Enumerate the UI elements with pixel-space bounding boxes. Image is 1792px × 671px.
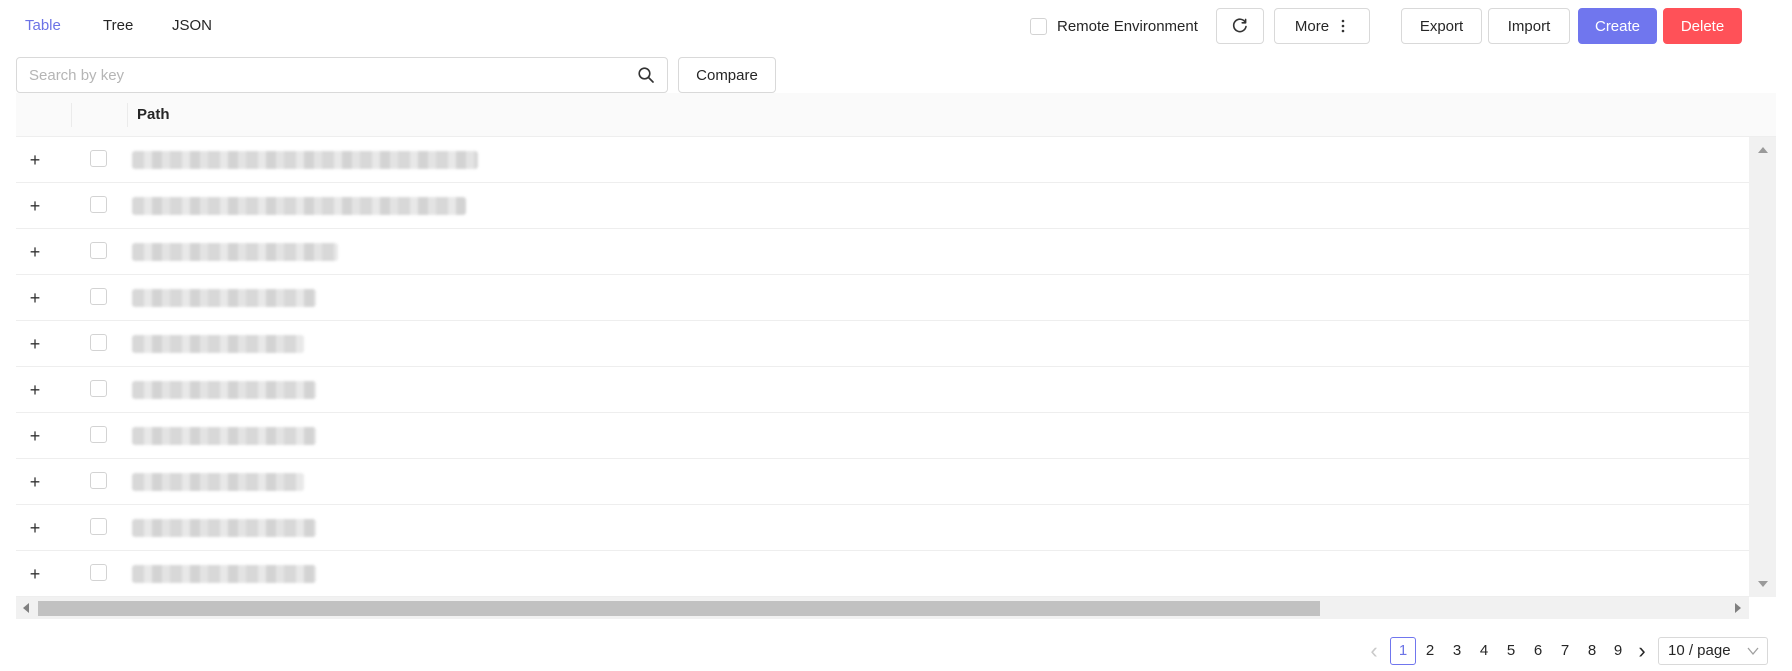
app-page: Table Tree JSON Remote Environment More … [0, 0, 1792, 671]
horizontal-scrollbar[interactable] [16, 597, 1749, 619]
table-row: + [16, 367, 1749, 413]
refresh-icon [1232, 18, 1247, 33]
column-header-path[interactable]: Path [137, 93, 170, 137]
next-page-button[interactable]: › [1632, 637, 1652, 665]
row-checkbox[interactable] [90, 196, 107, 213]
row-checkbox[interactable] [90, 150, 107, 167]
search-input[interactable] [17, 58, 617, 92]
table-body: + + + + + + + + + + [16, 137, 1749, 597]
prev-page-button[interactable]: ‹ [1364, 637, 1384, 665]
row-checkbox[interactable] [90, 242, 107, 259]
table-row: + [16, 413, 1749, 459]
redacted-path [132, 473, 304, 491]
expand-row-icon[interactable]: + [27, 197, 43, 215]
redacted-path [132, 151, 478, 169]
table-row: + [16, 137, 1749, 183]
delete-button[interactable]: Delete [1663, 8, 1742, 44]
page-3[interactable]: 3 [1445, 637, 1469, 665]
expand-row-icon[interactable]: + [27, 519, 43, 537]
remote-environment-checkbox[interactable] [1030, 17, 1047, 35]
tab-table[interactable]: Table [25, 14, 61, 38]
compare-button[interactable]: Compare [678, 57, 776, 93]
search-box [16, 57, 668, 93]
expand-row-icon[interactable]: + [27, 151, 43, 169]
column-separator [71, 103, 72, 127]
row-checkbox[interactable] [90, 288, 107, 305]
redacted-path [132, 289, 316, 307]
page-1[interactable]: 1 [1390, 637, 1416, 665]
page-6[interactable]: 6 [1526, 637, 1550, 665]
row-checkbox[interactable] [90, 564, 107, 581]
more-label: More [1294, 17, 1330, 35]
redacted-path [132, 381, 316, 399]
page-size-value: 10 / page [1668, 642, 1731, 659]
page-size-select[interactable]: 10 / page [1658, 637, 1768, 665]
more-button[interactable]: More [1274, 8, 1370, 44]
page-4[interactable]: 4 [1472, 637, 1496, 665]
search-icon[interactable] [637, 66, 655, 84]
remote-environment-label: Remote Environment [1057, 17, 1198, 35]
row-checkbox[interactable] [90, 426, 107, 443]
expand-row-icon[interactable]: + [27, 381, 43, 399]
table-row: + [16, 229, 1749, 275]
table-header: Path [16, 93, 1776, 137]
page-5[interactable]: 5 [1499, 637, 1523, 665]
row-checkbox[interactable] [90, 518, 107, 535]
remote-environment-toggle[interactable]: Remote Environment [1030, 14, 1198, 38]
redacted-path [132, 565, 316, 583]
expand-row-icon[interactable]: + [27, 473, 43, 491]
table-row: + [16, 551, 1749, 597]
redacted-path [132, 197, 466, 215]
pagination: ‹ 1 2 3 4 5 6 7 8 9 › 10 / page [0, 637, 1792, 665]
horizontal-scroll-thumb[interactable] [38, 601, 1320, 616]
redacted-path [132, 519, 316, 537]
page-2[interactable]: 2 [1418, 637, 1442, 665]
expand-row-icon[interactable]: + [27, 335, 43, 353]
page-8[interactable]: 8 [1580, 637, 1604, 665]
column-separator [127, 103, 128, 127]
chevron-down-icon [1747, 647, 1759, 656]
table-row: + [16, 505, 1749, 551]
expand-row-icon[interactable]: + [27, 289, 43, 307]
page-9[interactable]: 9 [1606, 637, 1630, 665]
export-button[interactable]: Export [1401, 8, 1482, 44]
table-row: + [16, 321, 1749, 367]
redacted-path [132, 243, 338, 261]
tab-json[interactable]: JSON [172, 14, 212, 38]
row-checkbox[interactable] [90, 472, 107, 489]
import-button[interactable]: Import [1488, 8, 1570, 44]
table-row: + [16, 275, 1749, 321]
data-table: Path + + + + + + + + + + [16, 93, 1776, 619]
create-button[interactable]: Create [1578, 8, 1657, 44]
page-7[interactable]: 7 [1553, 637, 1577, 665]
scroll-up-icon[interactable] [1758, 147, 1768, 153]
scroll-right-icon[interactable] [1735, 603, 1741, 613]
scroll-left-icon[interactable] [23, 603, 29, 613]
refresh-button[interactable] [1216, 8, 1264, 44]
table-row: + [16, 459, 1749, 505]
expand-row-icon[interactable]: + [27, 565, 43, 583]
vertical-scrollbar[interactable] [1749, 137, 1776, 597]
scroll-down-icon[interactable] [1758, 581, 1768, 587]
redacted-path [132, 335, 304, 353]
vertical-ellipsis-icon [1341, 19, 1345, 33]
redacted-path [132, 427, 316, 445]
expand-row-icon[interactable]: + [27, 427, 43, 445]
table-row: + [16, 183, 1749, 229]
row-checkbox[interactable] [90, 334, 107, 351]
top-toolbar: Table Tree JSON Remote Environment More … [0, 0, 1792, 54]
expand-row-icon[interactable]: + [27, 243, 43, 261]
tab-tree[interactable]: Tree [103, 14, 133, 38]
row-checkbox[interactable] [90, 380, 107, 397]
